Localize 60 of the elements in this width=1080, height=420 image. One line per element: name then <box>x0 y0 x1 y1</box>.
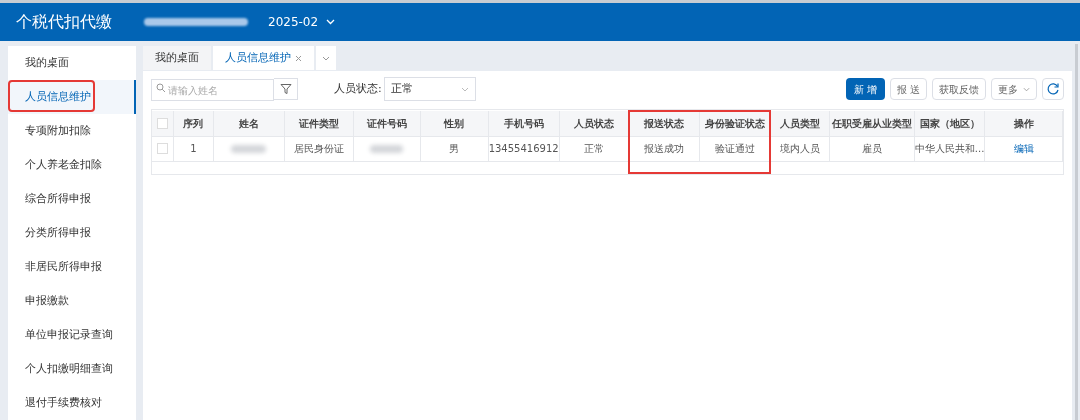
filter-icon <box>279 83 292 95</box>
refresh-icon <box>1046 82 1060 96</box>
sidebar-item[interactable]: 单位申报记录查询 <box>8 318 136 352</box>
table-cell: 中华人民共和... <box>914 143 985 154</box>
column-header: 人员状态 <box>559 111 629 136</box>
blurred-text <box>370 144 404 153</box>
more-button[interactable]: 更多 <box>991 78 1037 100</box>
table-cell: 境内人员 <box>780 143 821 154</box>
chevron-down-icon <box>322 55 330 61</box>
sidebar-item[interactable]: 综合所得申报 <box>8 182 136 216</box>
column-header: 任职受雇从业类型 <box>829 111 915 136</box>
column-header: 序列 <box>173 111 213 136</box>
toolbar-button[interactable]: 报 送 <box>889 78 927 100</box>
sidebar-item[interactable]: 非居民所得申报 <box>8 250 136 284</box>
sidebar-item[interactable]: 申报缴款 <box>8 284 136 318</box>
chevron-down-icon <box>326 19 336 25</box>
table-cell: 雇员 <box>862 143 883 154</box>
app-title: 个税代扣代缴 <box>16 11 113 33</box>
checkbox[interactable] <box>157 117 169 129</box>
sidebar-item[interactable]: 专项附加扣除 <box>8 114 136 148</box>
table-cell: 13455416912 <box>488 143 559 154</box>
column-header: 性别 <box>420 111 489 136</box>
sidebar-item[interactable]: 退付手续费核对 <box>8 386 136 420</box>
column-header: 操作 <box>984 111 1063 136</box>
table-cell: 居民身份证 <box>293 143 344 154</box>
column-header: 国家（地区） <box>914 111 985 136</box>
search-icon <box>156 82 166 93</box>
sidebar-item[interactable]: 我的桌面 <box>8 46 136 80</box>
sidebar-item[interactable]: 个人养老金扣除 <box>8 148 136 182</box>
tab[interactable]: 我的桌面 <box>143 46 211 70</box>
period-selector[interactable]: 2025-02 <box>268 13 336 31</box>
column-header: 身份验证状态 <box>699 111 771 136</box>
column-header: 证件类型 <box>284 111 353 136</box>
table-cell: 验证通过 <box>714 143 755 154</box>
table-cell: 男 <box>449 143 460 154</box>
column-header: 手机号码 <box>488 111 560 136</box>
refresh-button[interactable] <box>1042 78 1064 100</box>
toolbar-button[interactable]: 获取反馈 <box>932 78 986 100</box>
column-header: 人员类型 <box>770 111 830 136</box>
close-icon[interactable] <box>295 54 302 62</box>
sidebar-item[interactable]: 人员信息维护 <box>8 80 136 114</box>
column-header: 姓名 <box>213 111 285 136</box>
search-field[interactable]: 请输入姓名 <box>151 79 274 102</box>
edit-link[interactable]: 编辑 <box>1013 143 1034 154</box>
checkbox[interactable] <box>157 143 169 154</box>
chevron-down-icon <box>1023 86 1030 92</box>
table-cell: 正常 <box>583 143 604 154</box>
chevron-down-icon <box>460 86 469 92</box>
table-cell: 报送成功 <box>644 143 685 154</box>
filter-button[interactable] <box>274 78 298 100</box>
tab[interactable]: 人员信息维护 <box>213 46 314 70</box>
blurred-text <box>231 144 267 153</box>
add-button[interactable]: 新 增 <box>845 78 885 100</box>
sidebar-item[interactable]: 个人扣缴明细查询 <box>8 352 136 386</box>
column-header: 报送状态 <box>628 111 700 136</box>
status-label: 人员状态: <box>334 80 382 97</box>
table-cell: 1 <box>190 143 197 154</box>
sidebar-item[interactable]: 分类所得申报 <box>8 216 136 250</box>
status-select[interactable]: 正常 <box>383 77 476 101</box>
column-header: 证件号码 <box>353 111 421 136</box>
